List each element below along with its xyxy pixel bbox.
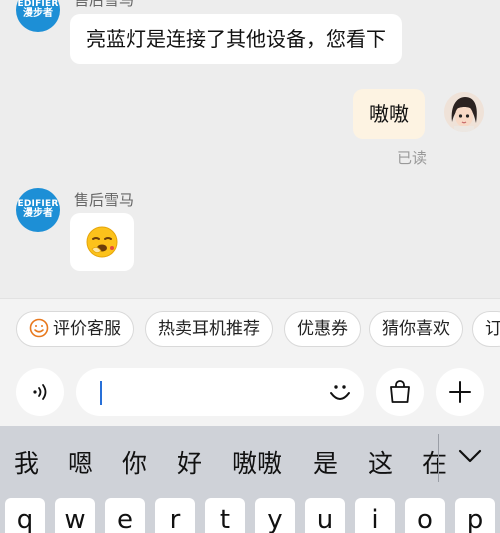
candidate-word[interactable]: 好 <box>177 444 202 480</box>
quick-reply-coupons[interactable]: 优惠券 <box>284 311 361 347</box>
sender-name: 售后雪马 <box>74 0 135 9</box>
agent-avatar[interactable]: EDIFIER 漫步者 <box>16 188 60 232</box>
yawning-face-emoji-icon <box>86 226 118 258</box>
chip-label: 热卖耳机推荐 <box>158 319 260 339</box>
chip-label: 猜你喜欢 <box>382 319 450 339</box>
voice-button[interactable] <box>16 368 64 416</box>
key-y[interactable]: y <box>255 498 295 533</box>
key-u[interactable]: u <box>305 498 345 533</box>
key-r[interactable]: r <box>155 498 195 533</box>
quick-reply-rate-service[interactable]: 评价客服 <box>16 311 134 347</box>
key-p[interactable]: p <box>455 498 495 533</box>
chip-label: 订 <box>485 319 500 339</box>
input-bar <box>0 360 500 426</box>
emoji-message-bubble[interactable] <box>70 213 134 271</box>
user-avatar[interactable] <box>444 92 484 132</box>
text-cursor <box>100 381 102 405</box>
ime-candidate-bar: 我 嗯 你 好 嗷嗷 是 这 在 <box>0 426 500 498</box>
candidate-divider <box>438 434 439 482</box>
key-i[interactable]: i <box>355 498 395 533</box>
key-o[interactable]: o <box>405 498 445 533</box>
agent-avatar[interactable]: EDIFIER 漫步者 <box>16 0 60 32</box>
chip-label: 优惠券 <box>297 319 348 339</box>
sender-name: 售后雪马 <box>74 191 135 209</box>
message-bubble[interactable]: 亮蓝灯是连接了其他设备，您看下 <box>70 14 402 64</box>
candidate-word[interactable]: 嗯 <box>68 444 93 480</box>
key-w[interactable]: w <box>55 498 95 533</box>
message-input[interactable] <box>76 368 364 416</box>
chevron-down-icon[interactable] <box>456 446 484 466</box>
more-button[interactable] <box>436 368 484 416</box>
candidate-word[interactable]: 是 <box>313 444 338 480</box>
quick-reply-guess-you-like[interactable]: 猜你喜欢 <box>369 311 463 347</box>
my-message-bubble[interactable]: 嗷嗷 <box>353 89 425 139</box>
brand-avatar-line2: 漫步者 <box>23 208 53 220</box>
shopping-bag-icon <box>390 380 410 403</box>
smile-icon <box>29 318 49 337</box>
quick-reply-hot-earphones[interactable]: 热卖耳机推荐 <box>145 311 273 347</box>
emoji-icon[interactable] <box>326 378 354 406</box>
shop-button[interactable] <box>376 368 424 416</box>
chat-area: EDIFIER 漫步者 售后雪马 亮蓝灯是连接了其他设备，您看下 嗷嗷 已读 E… <box>0 0 500 298</box>
candidate-word[interactable]: 嗷嗷 <box>232 444 282 480</box>
candidate-word[interactable]: 你 <box>122 444 147 480</box>
key-t[interactable]: t <box>205 498 245 533</box>
read-status: 已读 <box>397 149 428 167</box>
quick-reply-bar: 评价客服 热卖耳机推荐 优惠券 猜你喜欢 订 <box>0 298 500 360</box>
quick-reply-order[interactable]: 订 <box>472 311 500 347</box>
voice-input-icon <box>33 384 47 400</box>
key-q[interactable]: q <box>5 498 45 533</box>
chip-label: 评价客服 <box>53 319 121 339</box>
candidate-word[interactable]: 在 <box>422 444 447 480</box>
candidate-word[interactable]: 这 <box>368 444 393 480</box>
plus-icon <box>449 381 471 403</box>
brand-avatar-line2: 漫步者 <box>23 8 53 20</box>
keyboard: q w e r t y u i o p <box>0 498 500 533</box>
candidate-word[interactable]: 我 <box>14 444 39 480</box>
key-e[interactable]: e <box>105 498 145 533</box>
